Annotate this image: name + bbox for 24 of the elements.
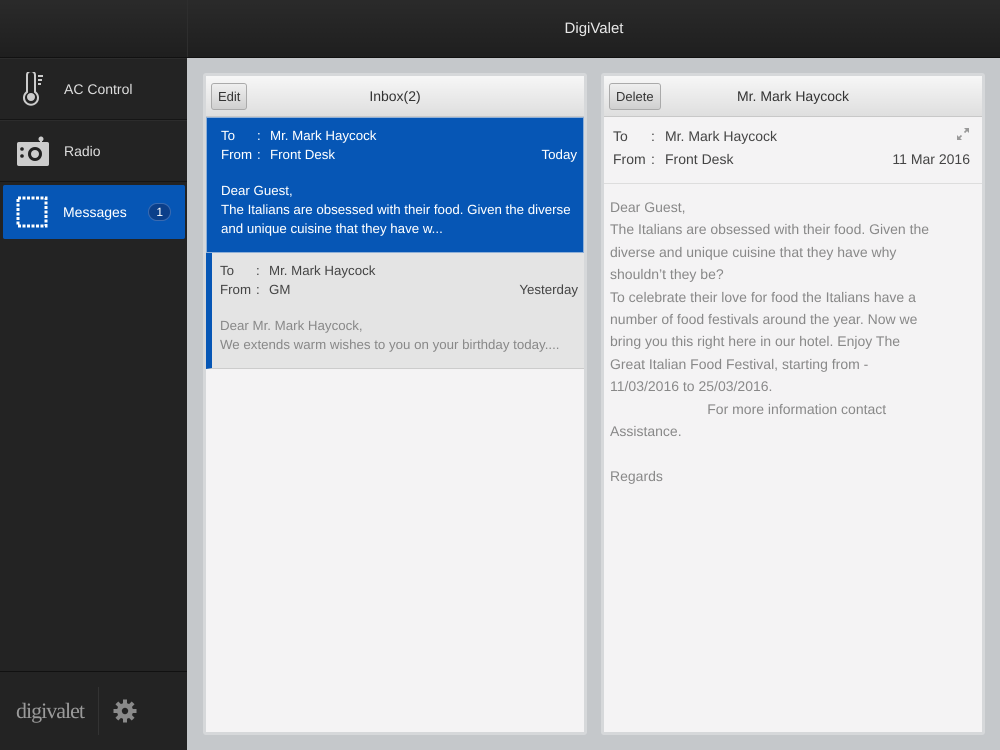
sidebar-item[interactable]: Radio	[0, 120, 187, 182]
colon: :	[651, 150, 656, 169]
brand-logo: digivalet	[16, 698, 84, 724]
message-body: Dear Guest, The Italians are obsessed with their food. Given the diverse and unique cuisine that they have why shouldn’t they be? To celebrate their love for food the Italians have a number of food festivals around the year. Now we bring you this right here in our hotel. Enjoy The Great Italian Food Festival, starting from - 11/03/2016 to 25/03/2016. For more information contact Assistance. Regards	[609, 198, 930, 486]
colon: :	[651, 127, 656, 146]
message-item[interactable]: To : Mr. Mark Haycock From : Front Desk Today Dear Guest, The Italians are obsessed with their food. Given the diverse and unique cuisine that they have w...	[206, 117, 584, 253]
inbox-title: Inbox(2)	[368, 88, 422, 104]
message-date: 11 Mar 2016	[892, 150, 970, 169]
to-label: To	[613, 127, 629, 146]
settings-icon[interactable]	[112, 699, 137, 723]
from-label: From	[613, 150, 647, 169]
expand-icon[interactable]	[956, 127, 970, 141]
edit-button[interactable]: Edit	[211, 82, 248, 110]
sender-name: Front Desk	[665, 150, 734, 169]
sidebar-item[interactable]: Messages 1	[3, 185, 185, 239]
sidebar-item[interactable]: AC Control	[0, 58, 187, 120]
delete-button[interactable]: Delete	[609, 82, 661, 110]
message-item[interactable]: To : Mr. Mark Haycock From : GM Yesterday Dear Mr. Mark Haycock, We extends warm wishes to you on your birthday today....	[206, 253, 584, 369]
unread-count-badge: 1	[148, 203, 171, 221]
recipient-name: Mr. Mark Haycock	[665, 127, 778, 146]
radio-icon	[16, 136, 50, 166]
stamp-icon	[15, 196, 49, 228]
app-title: DigiValet	[564, 20, 624, 37]
message-title: Mr. Mark Haycock	[736, 88, 850, 104]
